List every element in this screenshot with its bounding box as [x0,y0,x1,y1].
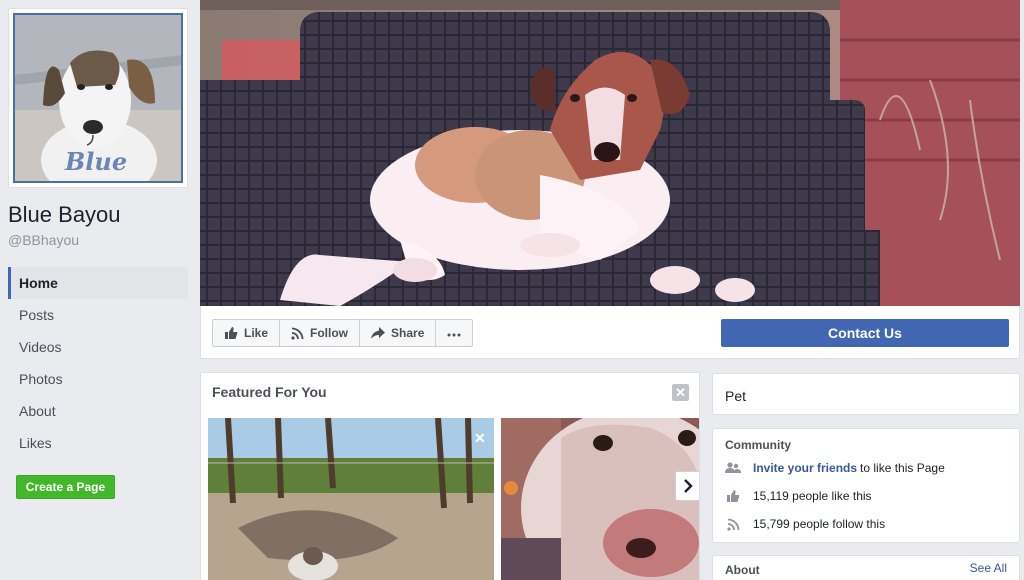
more-dots-icon [447,326,461,340]
community-card: Community Invite your friends to like th… [712,428,1020,543]
profile-signature: Blue [65,147,128,176]
likes-count[interactable]: 15,119 people like this [753,489,872,503]
share-button[interactable]: Share [360,320,437,346]
follows-row: 15,799 people follow this [725,515,885,533]
close-icon[interactable]: ✕ [672,384,689,401]
follow-label: Follow [310,326,349,340]
nav-item-likes[interactable]: Likes [8,427,188,459]
about-card: About See All [712,555,1020,580]
likes-row: 15,119 people like this [725,487,872,505]
featured-title: Featured For You [212,384,327,400]
featured-card: Featured For You ✕ ✕ [200,372,700,580]
follows-count[interactable]: 15,799 people follow this [753,517,885,531]
share-arrow-icon [371,327,386,339]
cover-photo[interactable] [200,0,1020,306]
nav-item-about[interactable]: About [8,395,188,427]
create-page-button[interactable]: Create a Page [16,475,115,499]
action-button-group: Like Follow Share [212,319,474,347]
profile-picture[interactable]: Blue [8,8,188,188]
community-title: Community [725,438,791,452]
rss-icon [725,518,741,531]
like-button[interactable]: Like [213,320,281,346]
see-all-link[interactable]: See All [970,561,1007,575]
left-column: Blue Blue Bayou @BBhayou Home Posts Vide… [0,0,200,580]
more-options-button[interactable] [436,320,472,346]
thumbs-up-icon [224,326,238,340]
nav-item-home[interactable]: Home [8,267,188,299]
page-nav: Home Posts Videos Photos About Likes [8,267,188,459]
profile-picture-image: Blue [13,13,183,183]
invite-row: Invite your friends to like this Page [725,459,945,477]
rss-icon [291,327,304,340]
category-card: Pet [712,373,1020,415]
featured-thumbnail[interactable] [501,418,699,580]
share-label: Share [391,326,425,340]
about-title: About [725,563,760,577]
featured-thumbnail[interactable]: ✕ [208,418,494,580]
close-icon[interactable]: ✕ [474,430,486,447]
people-icon [725,462,741,474]
nav-item-photos[interactable]: Photos [8,363,188,395]
invite-friends-link[interactable]: Invite your friends [753,461,857,475]
contact-us-button[interactable]: Contact Us [721,319,1009,347]
page-title[interactable]: Blue Bayou [8,202,121,228]
follow-button[interactable]: Follow [280,320,361,346]
page-action-bar: Like Follow Share Contact Us [200,306,1020,359]
chevron-right-icon[interactable] [675,471,699,501]
thumbs-up-icon [725,489,741,503]
page-handle[interactable]: @BBhayou [8,232,79,248]
page-category[interactable]: Pet [725,388,746,404]
like-label: Like [244,326,269,340]
nav-item-posts[interactable]: Posts [8,299,188,331]
nav-item-videos[interactable]: Videos [8,331,188,363]
invite-rest-text: to like this Page [860,461,945,475]
